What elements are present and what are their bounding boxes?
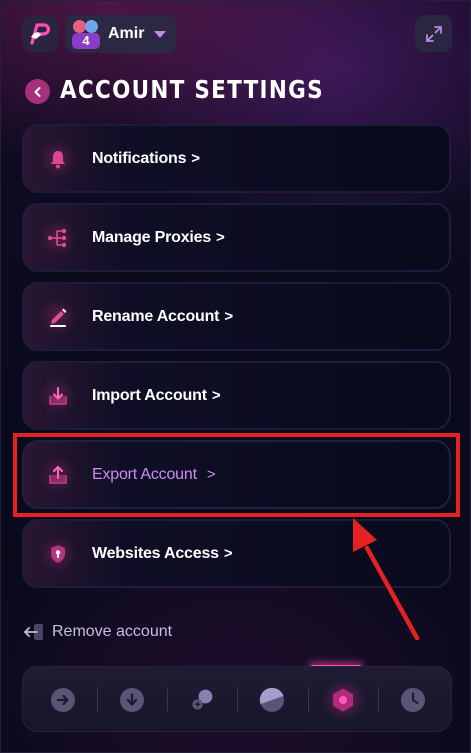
expand-button[interactable] [415, 15, 452, 52]
expand-icon [425, 25, 442, 42]
proxy-tree-icon [39, 218, 77, 257]
bottom-nav [22, 666, 452, 732]
chevron-right-icon: > [224, 308, 234, 325]
menu-item-label: Notifications [92, 149, 187, 167]
rename-pencil-icon [39, 297, 77, 336]
hexagon-button[interactable] [330, 687, 356, 713]
menu-item-import-account[interactable]: Import Account > [22, 361, 451, 430]
menu-item-rename-account[interactable]: Rename Account > [22, 282, 451, 351]
menu-item-websites-access[interactable]: Websites Access > [22, 519, 451, 588]
chevron-down-icon [154, 30, 167, 38]
send-button[interactable] [50, 687, 76, 713]
divider [378, 687, 379, 713]
logo-icon [30, 23, 50, 45]
divider [167, 687, 168, 713]
avatar-stack: 4 [71, 18, 101, 50]
menu-item-manage-proxies[interactable]: Manage Proxies > [22, 203, 451, 272]
menu-item-label: Import Account [92, 386, 207, 404]
shield-keyhole-icon [39, 534, 77, 573]
account-selector[interactable]: 4 Amir [65, 15, 177, 53]
divider [237, 687, 238, 713]
chevron-right-icon: > [223, 545, 233, 562]
hexagon-icon [333, 688, 353, 712]
menu-item-export-account[interactable]: Export Account > [22, 440, 451, 509]
divider [308, 687, 309, 713]
menu-item-label: Export Account [92, 465, 197, 483]
remove-account-link[interactable]: Remove account [23, 621, 172, 643]
menu-item-label: Rename Account [92, 307, 220, 325]
export-icon [39, 455, 77, 494]
network-icon [259, 687, 284, 712]
account-count-badge: 4 [72, 33, 100, 49]
account-name: Amir [108, 25, 145, 42]
menu-item-label: Websites Access [92, 544, 219, 562]
chevron-right-icon: > [191, 150, 201, 167]
chevron-right-icon: > [216, 229, 225, 246]
chevron-right-icon: > [211, 387, 221, 404]
receive-icon [120, 688, 144, 712]
menu-item-label: Manage Proxies [92, 228, 212, 246]
import-icon [39, 376, 77, 415]
menu-item-notifications[interactable]: Notifications > [22, 124, 451, 193]
avatar [85, 20, 98, 33]
network-button[interactable] [259, 687, 285, 713]
app-logo[interactable] [22, 16, 58, 52]
history-icon [401, 688, 425, 712]
send-icon [51, 688, 75, 712]
divider [97, 687, 98, 713]
chevron-left-icon [34, 86, 40, 97]
chevron-right-icon: > [206, 466, 216, 483]
swap-button[interactable] [189, 687, 215, 713]
app-window: 4 Amir ACCOUNT SETTINGS Notifications > [0, 0, 471, 753]
logout-icon [24, 624, 43, 640]
bell-icon [39, 139, 77, 178]
page-title: ACCOUNT SETTINGS [60, 75, 324, 104]
back-button[interactable] [25, 79, 50, 104]
history-button[interactable] [400, 687, 426, 713]
receive-button[interactable] [119, 687, 145, 713]
remove-account-label: Remove account [52, 623, 173, 640]
swap-icon [192, 689, 213, 710]
